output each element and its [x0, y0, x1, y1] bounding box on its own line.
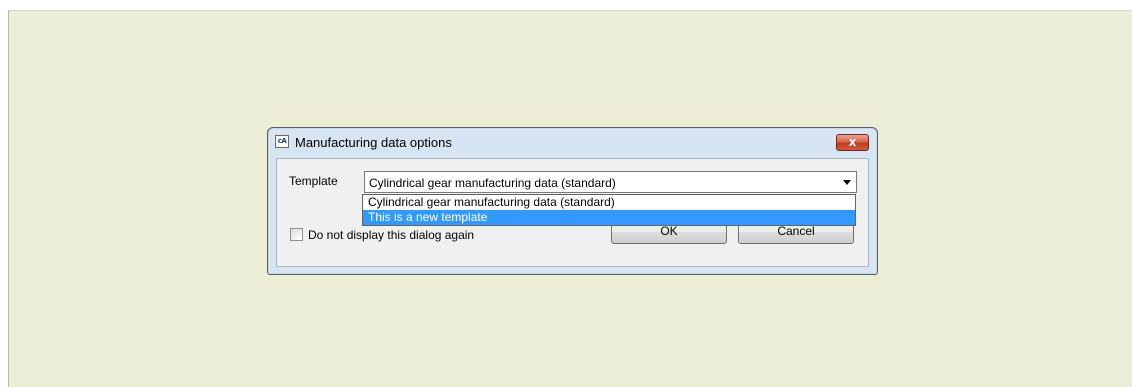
dialog-title: Manufacturing data options	[295, 135, 452, 150]
template-dropdown-list: Cylindrical gear manufacturing data (sta…	[362, 194, 856, 226]
chevron-down-icon[interactable]	[843, 180, 851, 185]
template-selected-value: Cylindrical gear manufacturing data (sta…	[369, 176, 616, 190]
close-icon: x	[848, 135, 857, 149]
dropdown-option-new-template[interactable]: This is a new template	[363, 210, 855, 225]
template-label: Template	[289, 174, 338, 188]
close-button[interactable]: x	[836, 134, 869, 151]
dont-display-checkbox[interactable]	[290, 228, 303, 241]
dont-display-label[interactable]: Do not display this dialog again	[308, 228, 474, 242]
dropdown-option-standard[interactable]: Cylindrical gear manufacturing data (sta…	[363, 195, 855, 210]
template-combobox[interactable]: Cylindrical gear manufacturing data (sta…	[364, 171, 857, 193]
title-bar[interactable]: cA Manufacturing data options x	[268, 128, 877, 157]
app-icon: cA	[275, 135, 289, 148]
